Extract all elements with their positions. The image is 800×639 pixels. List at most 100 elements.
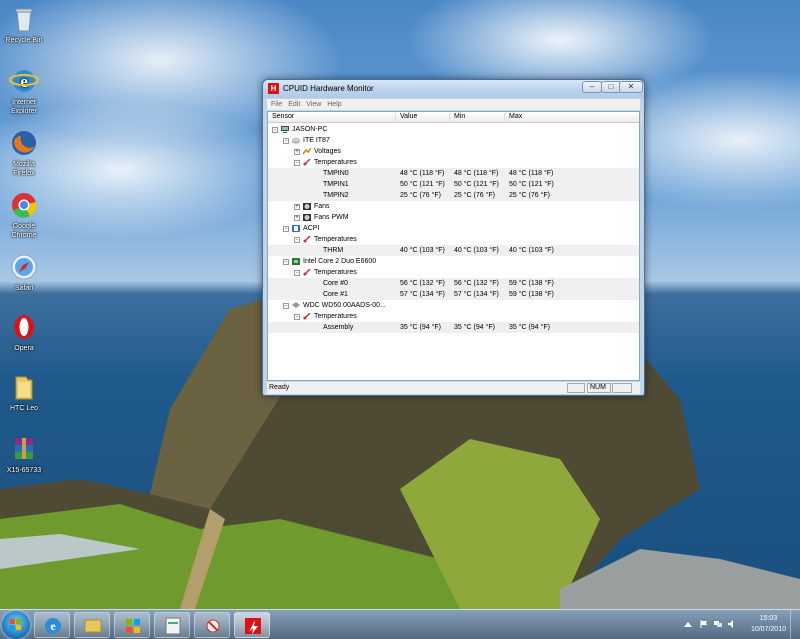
sensor-value: 48 °C (118 °F) [400, 170, 445, 177]
tree-node-row[interactable]: - Temperatures [268, 267, 639, 278]
show-hidden-icons-icon[interactable] [684, 622, 692, 627]
taskbar-explorer[interactable] [74, 612, 110, 638]
taskbar-hwmonitor[interactable] [234, 612, 270, 638]
tree-node-row[interactable]: + Voltages [268, 146, 639, 157]
desktop-icon-safari[interactable]: Safari [2, 252, 46, 293]
clock[interactable]: 15:03 10/07/2010 [751, 613, 786, 635]
sensor-min: 40 °C (103 °F) [454, 247, 499, 254]
tree-node-row[interactable]: - Temperatures [268, 157, 639, 168]
column-header-max[interactable]: Max [505, 113, 642, 123]
sensor-min: 25 °C (76 °F) [454, 192, 495, 199]
menu-view[interactable]: View [306, 99, 321, 110]
mozilla-firefox-icon [9, 128, 39, 158]
tree-node-row[interactable]: + Fans [268, 201, 639, 212]
tree-node-row[interactable]: - WDC WD50 00AADS-00... [268, 300, 639, 311]
tree-node-row[interactable]: - Temperatures [268, 311, 639, 322]
tree-node-row[interactable]: - ACPI [268, 223, 639, 234]
desktop-icon-internet-explorer[interactable]: e Internet Explorer [2, 66, 46, 116]
window-titlebar[interactable]: H CPUID Hardware Monitor – □ ✕ [263, 80, 644, 98]
hwmonitor-app-icon [245, 618, 261, 634]
action-center-flag-icon[interactable] [700, 620, 708, 628]
column-header-min[interactable]: Min [450, 113, 505, 123]
document-icon [165, 617, 181, 635]
collapse-icon[interactable]: - [283, 259, 289, 265]
tree-node-row[interactable]: - JASON-PC [268, 124, 639, 135]
fan-icon [303, 214, 311, 221]
menu-edit[interactable]: Edit [288, 99, 300, 110]
collapse-icon[interactable]: - [294, 160, 300, 166]
sensor-row[interactable]: Core #1 57 °C (134 °F) 57 °C (134 °F) 59 °C… [268, 289, 639, 300]
collapse-icon[interactable]: - [294, 314, 300, 320]
chip-icon [292, 137, 300, 144]
menu-file[interactable]: File [271, 99, 282, 110]
sensor-row[interactable]: THRM 40 °C (103 °F) 40 °C (103 °F) 40 °C (1… [268, 245, 639, 256]
clock-date: 10/07/2010 [750, 626, 786, 633]
desktop-icon-htc-leo[interactable]: HTC Leo [2, 372, 46, 413]
volume-icon[interactable] [728, 620, 736, 628]
minimize-button[interactable]: – [582, 81, 602, 93]
tree-node-label: ITE IT87 [303, 137, 330, 144]
safari-icon [9, 252, 39, 282]
sensor-tree-grid[interactable]: Sensor Value Min Max - JASON-PC - ITE IT87 +… [267, 111, 642, 381]
num-lock-indicator: NUM [587, 383, 611, 393]
column-header-sensor[interactable]: Sensor [268, 113, 396, 123]
tree-node-row[interactable]: - Intel Core 2 Duo E6600 [268, 256, 639, 267]
sensor-max: 48 °C (118 °F) [509, 170, 554, 177]
winrar-archive-icon [9, 434, 39, 464]
desktop-icon-recycle-bin[interactable]: Recycle Bin [2, 4, 46, 45]
desktop-icon-label: Safari [14, 285, 34, 292]
network-icon[interactable] [714, 620, 722, 628]
sensor-row[interactable]: TMPIN0 48 °C (118 °F) 48 °C (118 °F) 48 °C … [268, 168, 639, 179]
tree-node-row[interactable]: + Fans PWM [268, 212, 639, 223]
sensor-row[interactable]: TMPIN2 25 °C (76 °F) 25 °C (76 °F) 25 °C (7… [268, 190, 639, 201]
column-header-value[interactable]: Value [396, 113, 450, 123]
sensor-value: 35 °C (94 °F) [400, 324, 441, 331]
tree-node-row[interactable]: - Temperatures [268, 234, 639, 245]
taskbar-app[interactable] [194, 612, 230, 638]
tree-node-row[interactable]: - ITE IT87 [268, 135, 639, 146]
taskbar-app[interactable] [154, 612, 190, 638]
menu-help[interactable]: Help [327, 99, 341, 110]
maximize-button[interactable]: □ [601, 81, 621, 93]
start-button[interactable] [2, 611, 30, 639]
sensor-max: 50 °C (121 °F) [509, 181, 554, 188]
taskbar-internet-explorer[interactable]: e [34, 612, 70, 638]
expand-icon[interactable]: + [294, 215, 300, 221]
desktop-icon-google-chrome[interactable]: Google Chrome [2, 190, 46, 240]
thermometer-icon [303, 268, 311, 276]
desktop-icon-x15-65733[interactable]: X15-65733 [2, 434, 46, 475]
show-desktop-button[interactable] [790, 610, 800, 639]
tree-node-label: Temperatures [314, 236, 357, 243]
collapse-icon[interactable]: - [283, 303, 289, 309]
grid-header: Sensor Value Min Max [268, 112, 642, 123]
sensor-row[interactable]: Assembly 35 °C (94 °F) 35 °C (94 °F) 35 °C … [268, 322, 639, 333]
close-button[interactable]: ✕ [619, 81, 643, 93]
desktop-icon-opera[interactable]: Opera [2, 312, 46, 353]
desktop-icon-label: X15-65733 [6, 467, 42, 474]
sensor-label: Core #0 [323, 280, 348, 287]
sensor-value: 56 °C (132 °F) [400, 280, 445, 287]
cpu-icon [292, 258, 300, 265]
taskbar: e 15:03 10/07/2010 [0, 609, 800, 639]
expand-icon[interactable]: + [294, 149, 300, 155]
fan-icon [303, 203, 311, 210]
sensor-min: 57 °C (134 °F) [454, 291, 499, 298]
tree-node-label: Intel Core 2 Duo E6600 [303, 258, 377, 265]
hwmonitor-window[interactable]: H CPUID Hardware Monitor – □ ✕ File Edit… [262, 79, 645, 396]
sensor-label: TMPIN1 [323, 181, 349, 188]
collapse-icon[interactable]: - [283, 138, 289, 144]
taskbar-app[interactable] [114, 612, 150, 638]
collapse-icon[interactable]: - [294, 237, 300, 243]
collapse-icon[interactable]: - [294, 270, 300, 276]
hwmonitor-app-icon: H [268, 83, 279, 94]
collapse-icon[interactable]: - [283, 226, 289, 232]
window-title: CPUID Hardware Monitor [283, 84, 374, 93]
expand-icon[interactable]: + [294, 204, 300, 210]
sensor-row[interactable]: Core #0 56 °C (132 °F) 56 °C (132 °F) 59 °C… [268, 278, 639, 289]
collapse-icon[interactable]: - [272, 127, 278, 133]
desktop-icon-mozilla-firefox[interactable]: Mozilla Firefox [2, 128, 46, 178]
sensor-row[interactable]: TMPIN1 50 °C (121 °F) 50 °C (121 °F) 50 °C … [268, 179, 639, 190]
google-chrome-icon [9, 190, 39, 220]
acpi-icon [292, 225, 300, 232]
sensor-max: 40 °C (103 °F) [509, 247, 554, 254]
